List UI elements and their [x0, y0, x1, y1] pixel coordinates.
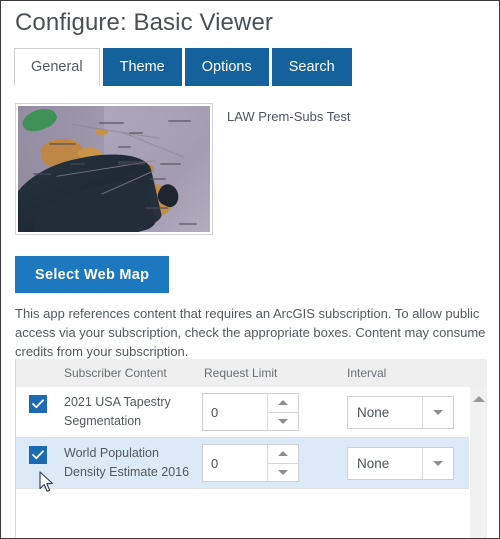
table-row[interactable]: World Population Density Estimate 2016 0	[16, 438, 487, 489]
map-label-coast	[33, 172, 51, 175]
row-request-limit-cell: 0	[202, 393, 347, 431]
interval-select-value: None	[357, 455, 390, 471]
select-web-map-button[interactable]: Select Web Map	[15, 256, 170, 293]
map-label-east-2	[117, 146, 132, 149]
subscription-note: This app references content that require…	[15, 306, 486, 359]
map-label-east-3	[160, 162, 182, 165]
tab-options-label: Options	[201, 59, 252, 75]
request-limit-stepper-buttons	[267, 394, 298, 430]
interval-select-arrow-button[interactable]	[422, 447, 453, 479]
page-title: Configure: Basic Viewer	[15, 9, 273, 36]
map-label-south	[144, 206, 168, 209]
configure-basic-viewer-window: Configure: Basic Viewer General Theme Op…	[0, 0, 500, 539]
interval-select[interactable]: None	[347, 395, 454, 429]
request-limit-stepper[interactable]: 0	[202, 444, 299, 482]
request-limit-value[interactable]: 0	[203, 445, 267, 481]
request-limit-decrement-button[interactable]	[268, 464, 298, 482]
row-content-name: World Population Density Estimate 2016	[64, 446, 190, 479]
table-header-request-limit: Request Limit	[204, 366, 278, 380]
row-checkbox-cell	[16, 387, 60, 413]
chevron-up-icon	[278, 451, 288, 457]
request-limit-increment-button[interactable]	[268, 394, 298, 413]
tab-general[interactable]: General	[14, 48, 100, 86]
row-interval-cell: None	[347, 395, 487, 429]
check-icon	[32, 450, 44, 460]
interval-select-arrow-button[interactable]	[422, 396, 453, 428]
chevron-down-icon	[433, 460, 443, 466]
table-header-row: Subscriber Content Request Limit Interva…	[16, 359, 487, 387]
map-thumbnail-image	[18, 106, 210, 232]
table-row[interactable]: 2021 USA Tapestry Segmentation 0 None	[16, 387, 487, 438]
tab-theme[interactable]: Theme	[102, 48, 182, 86]
map-label-west	[69, 162, 86, 165]
row-checkbox[interactable]	[29, 395, 47, 413]
tab-options[interactable]: Options	[184, 48, 269, 86]
request-limit-increment-button[interactable]	[268, 445, 298, 464]
map-label-south-east	[179, 223, 197, 226]
interval-select-value: None	[357, 404, 390, 420]
chevron-up-icon	[278, 400, 288, 406]
chevron-down-icon	[433, 409, 443, 415]
tab-theme-label: Theme	[119, 59, 165, 75]
interval-select[interactable]: None	[347, 446, 454, 480]
map-label-northeast	[167, 119, 191, 122]
row-request-limit-cell: 0	[202, 444, 347, 482]
map-label-southeast	[148, 177, 166, 180]
check-icon	[32, 399, 44, 409]
request-limit-value[interactable]: 0	[203, 394, 267, 430]
table-header-interval: Interval	[347, 366, 387, 380]
chevron-down-icon	[278, 418, 288, 424]
tab-general-label: General	[31, 59, 83, 75]
map-label-downtown	[117, 161, 145, 166]
map-title: LAW Prem-Subs Test	[227, 109, 351, 124]
row-interval-cell: None	[347, 446, 487, 480]
chevron-down-icon	[278, 469, 288, 475]
row-content-name: 2021 USA Tapestry Segmentation	[64, 395, 171, 428]
request-limit-stepper-buttons	[267, 445, 298, 481]
tab-search-label: Search	[288, 59, 335, 75]
tab-search[interactable]: Search	[271, 48, 352, 86]
table-header-subscriber-content: Subscriber Content	[64, 366, 167, 380]
map-label-northwest	[48, 142, 76, 145]
row-checkbox[interactable]	[29, 446, 47, 464]
request-limit-stepper[interactable]: 0	[202, 393, 299, 431]
scroll-up-arrow-icon[interactable]	[472, 396, 485, 402]
map-thumbnail-frame[interactable]	[15, 103, 213, 235]
request-limit-decrement-button[interactable]	[268, 413, 298, 431]
row-checkbox-cell	[16, 438, 60, 464]
table-scrollbar[interactable]	[469, 387, 487, 538]
subscriber-content-table: Subscriber Content Request Limit Interva…	[15, 359, 487, 538]
tab-strip: General Theme Options Search	[14, 48, 355, 86]
